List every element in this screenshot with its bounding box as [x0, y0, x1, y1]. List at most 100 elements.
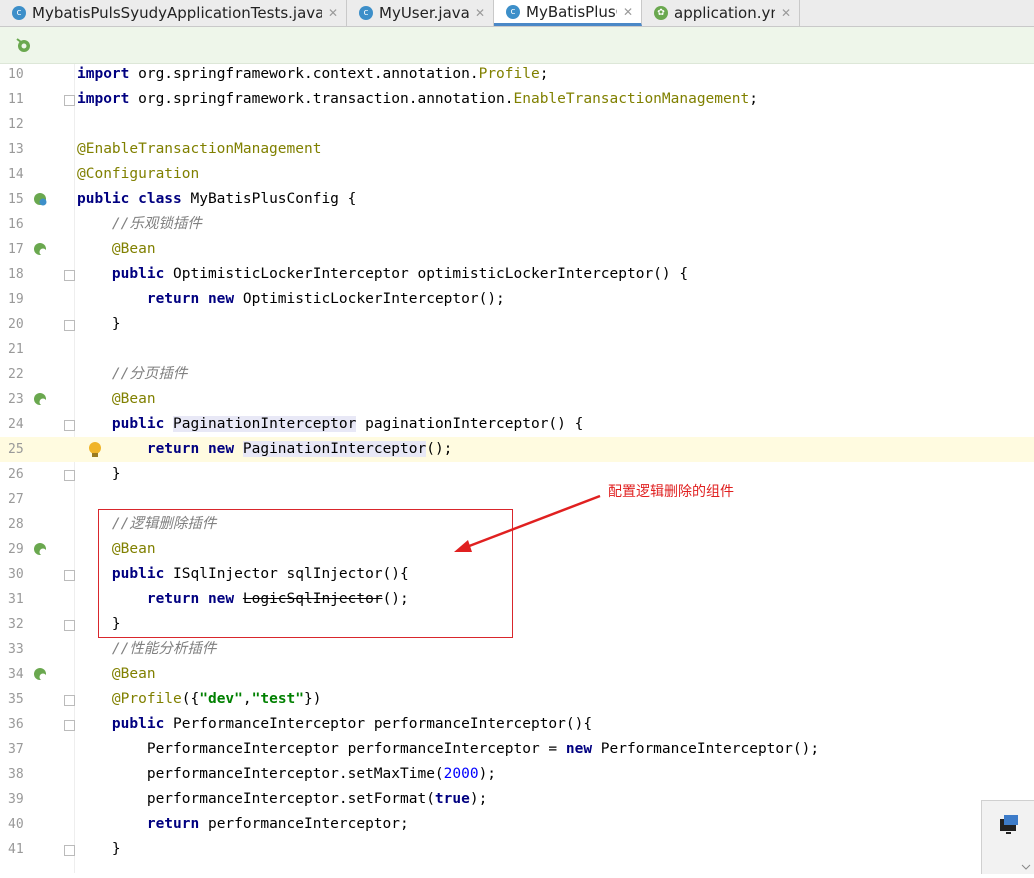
tab-0[interactable]: c MybatisPulsSyudyApplicationTests.java ✕ [0, 0, 347, 26]
code-line[interactable]: 13 @EnableTransactionManagement [0, 137, 1034, 162]
fold-icon[interactable] [64, 570, 75, 581]
code-line[interactable]: 26 } [0, 462, 1034, 487]
tab-label: MyBatisPlusConfig.java [526, 2, 617, 21]
code-line[interactable]: 17 @Bean [0, 237, 1034, 262]
code-token: (); [426, 441, 453, 457]
spring-bean-icon[interactable] [32, 241, 48, 257]
code-text: } [77, 462, 121, 487]
notification-panel[interactable] [981, 800, 1034, 874]
code-token: @Profile [111, 691, 182, 707]
annotation-arrow-icon [454, 494, 601, 552]
code-line[interactable]: 37 PerformanceInterceptor performanceInt… [0, 737, 1034, 762]
line-number: 38 [8, 767, 24, 782]
close-icon[interactable]: ✕ [328, 6, 338, 20]
line-number: 28 [8, 517, 24, 532]
code-line[interactable]: 18 public OptimisticLockerInterceptor op… [0, 262, 1034, 287]
code-line[interactable]: 11 import org.springframework.transaction… [0, 87, 1034, 112]
editor-tab-bar: c MybatisPulsSyudyApplicationTests.java ✕ c… [0, 0, 1034, 27]
code-line[interactable]: 16 //乐观锁插件 [0, 212, 1034, 237]
code-token: paginationInterceptor() { [356, 416, 584, 432]
code-line[interactable]: 33 //性能分析插件 [0, 637, 1034, 662]
fold-icon[interactable] [64, 270, 75, 281]
line-number: 37 [8, 742, 24, 757]
code-line[interactable]: 38 performanceInterceptor.setMaxTime(200… [0, 762, 1034, 787]
line-number: 12 [8, 117, 24, 132]
line-number: 21 [8, 342, 24, 357]
tab-1[interactable]: c MyUser.java ✕ [347, 0, 494, 26]
code-token: new [565, 741, 593, 757]
code-token: EnableTransactionManagement [513, 91, 750, 107]
line-number: 26 [8, 467, 24, 482]
code-line[interactable]: 22 //分页插件 [0, 362, 1034, 387]
fold-icon[interactable] [64, 420, 75, 431]
code-text: } [77, 312, 121, 337]
spring-bean-config-icon[interactable] [32, 191, 48, 207]
code-token: public class [77, 191, 182, 207]
tab-2[interactable]: c MyBatisPlusConfig.java ✕ [494, 0, 642, 26]
code-line[interactable]: 10 import org.springframework.context.ann… [0, 62, 1034, 87]
monitor-icon[interactable] [982, 801, 1034, 874]
code-line[interactable]: 23 @Bean [0, 387, 1034, 412]
code-token: PerformanceInterceptor(); [592, 741, 820, 757]
close-icon[interactable]: ✕ [475, 6, 485, 20]
code-text: public OptimisticLockerInterceptor optim… [77, 262, 688, 287]
code-line[interactable]: 12 [0, 112, 1034, 137]
fold-icon[interactable] [64, 320, 75, 331]
code-line[interactable]: 15 public class MyBatisPlusConfig { [0, 187, 1034, 212]
close-icon[interactable]: ✕ [781, 6, 791, 20]
code-editor[interactable]: 10 import org.springframework.context.ann… [0, 64, 1034, 873]
line-number: 22 [8, 367, 24, 382]
annotation-callout: 配置逻辑删除的组件 [608, 484, 734, 500]
code-text: public PaginationInterceptor paginationI… [77, 412, 583, 437]
code-line[interactable]: 14 @Configuration [0, 162, 1034, 187]
code-line[interactable]: 35 @Profile({"dev","test"}) [0, 687, 1034, 712]
lightbulb-icon[interactable] [86, 440, 104, 460]
tab-3[interactable]: ✿ application.yml ✕ [642, 0, 800, 26]
code-line[interactable]: 39 performanceInterceptor.setFormat(true… [0, 787, 1034, 812]
class-icon: c [12, 6, 26, 20]
line-number: 33 [8, 642, 24, 657]
fold-icon[interactable] [64, 95, 75, 106]
code-token: import [77, 66, 130, 82]
fold-icon[interactable] [64, 845, 75, 856]
line-number: 27 [8, 492, 24, 507]
line-number: 10 [8, 67, 24, 82]
close-icon[interactable]: ✕ [623, 5, 633, 19]
code-token: performanceInterceptor.setMaxTime( [77, 766, 444, 782]
code-line[interactable]: 19 return new OptimisticLockerIntercepto… [0, 287, 1034, 312]
code-token: org.springframework.context.annotation. [129, 66, 479, 82]
tab-label: application.yml [674, 4, 775, 22]
fold-icon[interactable] [64, 720, 75, 731]
code-line[interactable]: 36 public PerformanceInterceptor perform… [0, 712, 1034, 737]
fold-icon[interactable] [64, 620, 75, 631]
code-line[interactable]: 24 public PaginationInterceptor paginati… [0, 412, 1034, 437]
spring-bean-icon[interactable] [32, 666, 48, 682]
fold-icon[interactable] [64, 470, 75, 481]
code-line[interactable]: 40 return performanceInterceptor; [0, 812, 1034, 837]
code-line[interactable]: 25 return new PaginationInterceptor(); [0, 437, 1034, 462]
code-line[interactable]: 20 } [0, 312, 1034, 337]
code-token: ({ [181, 691, 200, 707]
code-token: 2000 [443, 766, 479, 782]
code-text: PerformanceInterceptor performanceInterc… [77, 737, 819, 762]
code-token: PerformanceInterceptor performanceInterc… [77, 741, 566, 757]
spring-gear-icon[interactable] [14, 36, 34, 54]
code-token: //乐观锁插件 [111, 216, 202, 232]
code-line[interactable]: 34 @Bean [0, 662, 1034, 687]
spring-bean-icon[interactable] [32, 391, 48, 407]
code-line[interactable]: 41 } [0, 837, 1034, 862]
code-token: @Bean [111, 391, 156, 407]
code-line[interactable]: 21 [0, 337, 1034, 362]
fold-icon[interactable] [64, 695, 75, 706]
code-token: //性能分析插件 [111, 641, 217, 657]
spring-bean-icon[interactable] [32, 541, 48, 557]
code-text: @Bean [77, 662, 156, 687]
